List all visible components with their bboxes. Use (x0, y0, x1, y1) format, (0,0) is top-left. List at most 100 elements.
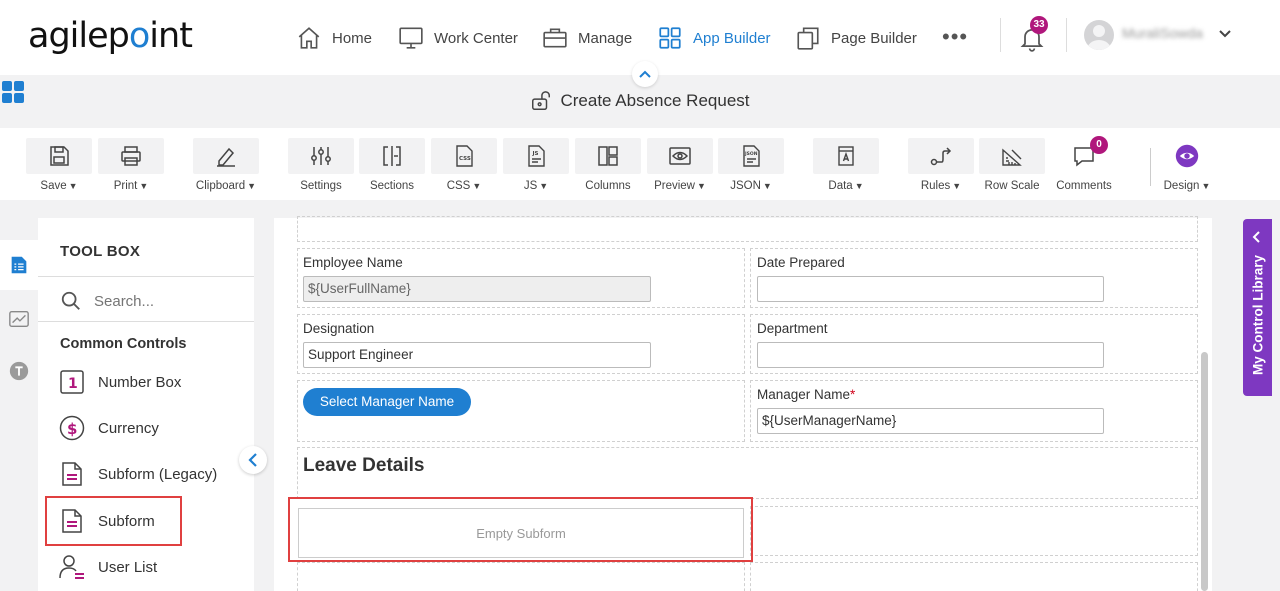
rules-button[interactable]: Rules ▼ (908, 138, 974, 192)
preview-button[interactable]: Preview ▼ (647, 138, 713, 192)
toolbox-title: TOOL BOX (60, 243, 141, 260)
save-button[interactable]: Save ▼ (26, 138, 92, 192)
briefcase-icon (543, 28, 567, 48)
control-library-label: My Control Library (1250, 254, 1265, 376)
js-file-icon: JS (528, 145, 545, 167)
form-toolbar: Save ▼ Print ▼ Clipboard ▼ Settings Section… (0, 128, 1280, 200)
form-cell[interactable] (297, 447, 1198, 499)
clipboard-button[interactable]: Clipboard ▼ (193, 138, 259, 192)
tool-subform-legacy[interactable]: Subform (Legacy) (58, 457, 217, 491)
ruler-icon (1002, 148, 1022, 166)
print-icon (121, 146, 141, 166)
svg-text:1: 1 (68, 376, 78, 392)
collapse-header-button[interactable] (632, 61, 658, 87)
json-button[interactable]: JSON JSON ▼ (718, 138, 784, 192)
chevron-left-icon (248, 453, 257, 467)
design-button[interactable]: Design ▼ (1154, 138, 1220, 192)
design-eye-icon (1175, 144, 1199, 168)
toolbox-search (60, 290, 214, 312)
agilepoint-logo[interactable]: agilepoint (28, 16, 193, 56)
settings-button[interactable]: Settings (288, 138, 354, 192)
date-prepared-label: Date Prepared (757, 255, 845, 270)
employee-name-input[interactable]: ${UserFullName} (303, 276, 651, 302)
designation-label: Designation (303, 321, 375, 336)
divider (38, 276, 254, 277)
comments-button[interactable]: 0 Comments (1051, 136, 1117, 192)
tool-subform[interactable]: Subform (45, 496, 182, 546)
nav-home[interactable]: Home (296, 22, 372, 54)
user-name[interactable]: MuraliSowda (1122, 25, 1203, 41)
user-list-icon (59, 555, 84, 579)
sections-icon (383, 146, 401, 166)
svg-text:JSON: JSON (744, 151, 758, 157)
subform-icon (62, 509, 82, 533)
form-title: Create Absence Request (560, 91, 750, 110)
nav-page-builder[interactable]: Page Builder (795, 22, 917, 54)
notification-badge: 33 (1030, 16, 1048, 34)
print-button[interactable]: Print ▼ (98, 138, 164, 192)
department-label: Department (757, 321, 828, 336)
unlock-icon[interactable] (530, 90, 552, 112)
form-cell[interactable] (750, 506, 1198, 556)
json-file-icon: JSON (743, 145, 760, 167)
divider (38, 321, 254, 322)
chevron-down-icon: ▼ (472, 181, 482, 191)
more-menu-icon[interactable]: ••• (942, 24, 968, 50)
data-button[interactable]: Data ▼ (813, 138, 879, 192)
chevron-down-icon: ▼ (854, 181, 864, 191)
collapse-toolbox-button[interactable] (239, 446, 267, 474)
department-input[interactable] (757, 342, 1104, 368)
nav-app-builder[interactable]: App Builder (657, 22, 771, 54)
nav-manage[interactable]: Manage (542, 22, 632, 54)
chevron-down-icon: ▼ (539, 181, 549, 191)
sections-button[interactable]: Sections (359, 138, 425, 192)
columns-button[interactable]: Columns (575, 138, 641, 192)
chevron-up-icon (639, 70, 651, 78)
date-prepared-input[interactable] (757, 276, 1104, 302)
row-scale-button[interactable]: Row Scale (979, 138, 1045, 192)
css-file-icon: CSS (456, 145, 473, 167)
tool-number-box[interactable]: 1 Number Box (58, 365, 181, 399)
columns-icon (598, 146, 618, 166)
toolbox-panel: TOOL BOX Common Controls 1 Number Box $ … (38, 218, 254, 591)
chevron-down-icon: ▼ (68, 181, 78, 191)
rail-analytics-tab[interactable] (0, 294, 38, 344)
home-icon (298, 27, 320, 49)
js-button[interactable]: JS JS ▼ (503, 138, 569, 192)
manager-name-input[interactable]: ${UserManagerName} (757, 408, 1104, 434)
leave-details-heading: Leave Details (303, 455, 425, 476)
chevron-down-icon: ▼ (247, 181, 257, 191)
grid-icon (659, 27, 681, 49)
nav-work-center[interactable]: Work Center (398, 22, 518, 54)
chevron-down-icon: ▼ (139, 181, 149, 191)
svg-text:JS: JS (532, 151, 539, 157)
search-icon (61, 291, 80, 310)
subform-legacy-icon (62, 462, 82, 486)
canvas-scrollbar[interactable] (1201, 352, 1208, 591)
theme-t-icon (9, 361, 29, 381)
css-button[interactable]: CSS CSS ▼ (431, 138, 497, 192)
form-cell[interactable] (750, 562, 1198, 591)
select-manager-button[interactable]: Select Manager Name (303, 388, 471, 416)
avatar[interactable] (1084, 20, 1114, 50)
tool-currency[interactable]: $ Currency (58, 411, 159, 445)
chart-icon (9, 310, 29, 328)
form-cell[interactable] (297, 216, 1198, 242)
tool-user-list[interactable]: User List (58, 550, 157, 584)
rules-icon (930, 147, 952, 166)
toolbox-search-input[interactable] (94, 292, 214, 310)
rail-toolbox-tab[interactable] (0, 240, 38, 290)
designation-input[interactable]: Support Engineer (303, 342, 651, 368)
form-cell[interactable] (297, 562, 745, 591)
rail-theme-tab[interactable] (0, 346, 38, 396)
manager-name-label: Manager Name* (757, 387, 856, 402)
nav-divider (1066, 18, 1067, 52)
user-avatar-icon (1087, 25, 1111, 50)
chevron-down-icon: ▼ (952, 181, 962, 191)
form-title-bar: Create Absence Request (0, 90, 1280, 112)
chevron-down-icon[interactable] (1218, 29, 1232, 39)
data-book-icon (838, 146, 854, 166)
chevron-down-icon: ▼ (696, 181, 706, 191)
save-icon (50, 146, 69, 166)
my-control-library-tab[interactable]: My Control Library (1243, 219, 1272, 396)
